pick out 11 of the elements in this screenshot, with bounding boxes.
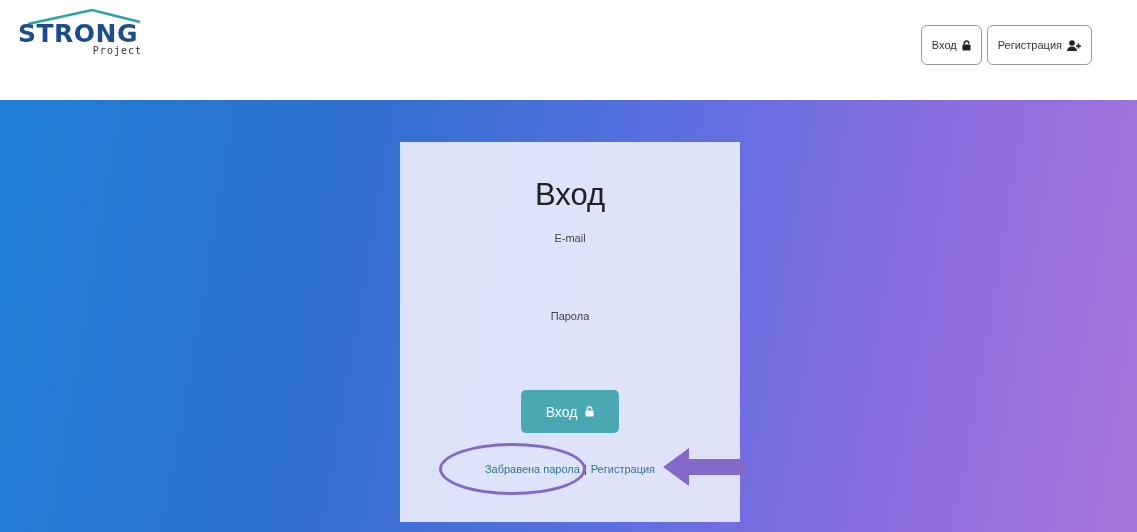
register-link[interactable]: Регистрация bbox=[590, 463, 656, 475]
link-separator: | bbox=[583, 463, 587, 475]
logo-subtitle: Project bbox=[92, 46, 142, 56]
register-button[interactable]: Регистрация bbox=[986, 25, 1092, 65]
login-button[interactable]: Вход bbox=[920, 25, 982, 65]
logo-title: STRONG bbox=[18, 22, 138, 46]
forgot-password-link[interactable]: Забравена парола bbox=[484, 463, 580, 475]
login-title: Вход bbox=[534, 176, 606, 214]
field-label: Парола bbox=[550, 310, 590, 322]
logo[interactable]: STRONG Project bbox=[18, 0, 148, 56]
field-label: E-mail bbox=[554, 232, 586, 244]
